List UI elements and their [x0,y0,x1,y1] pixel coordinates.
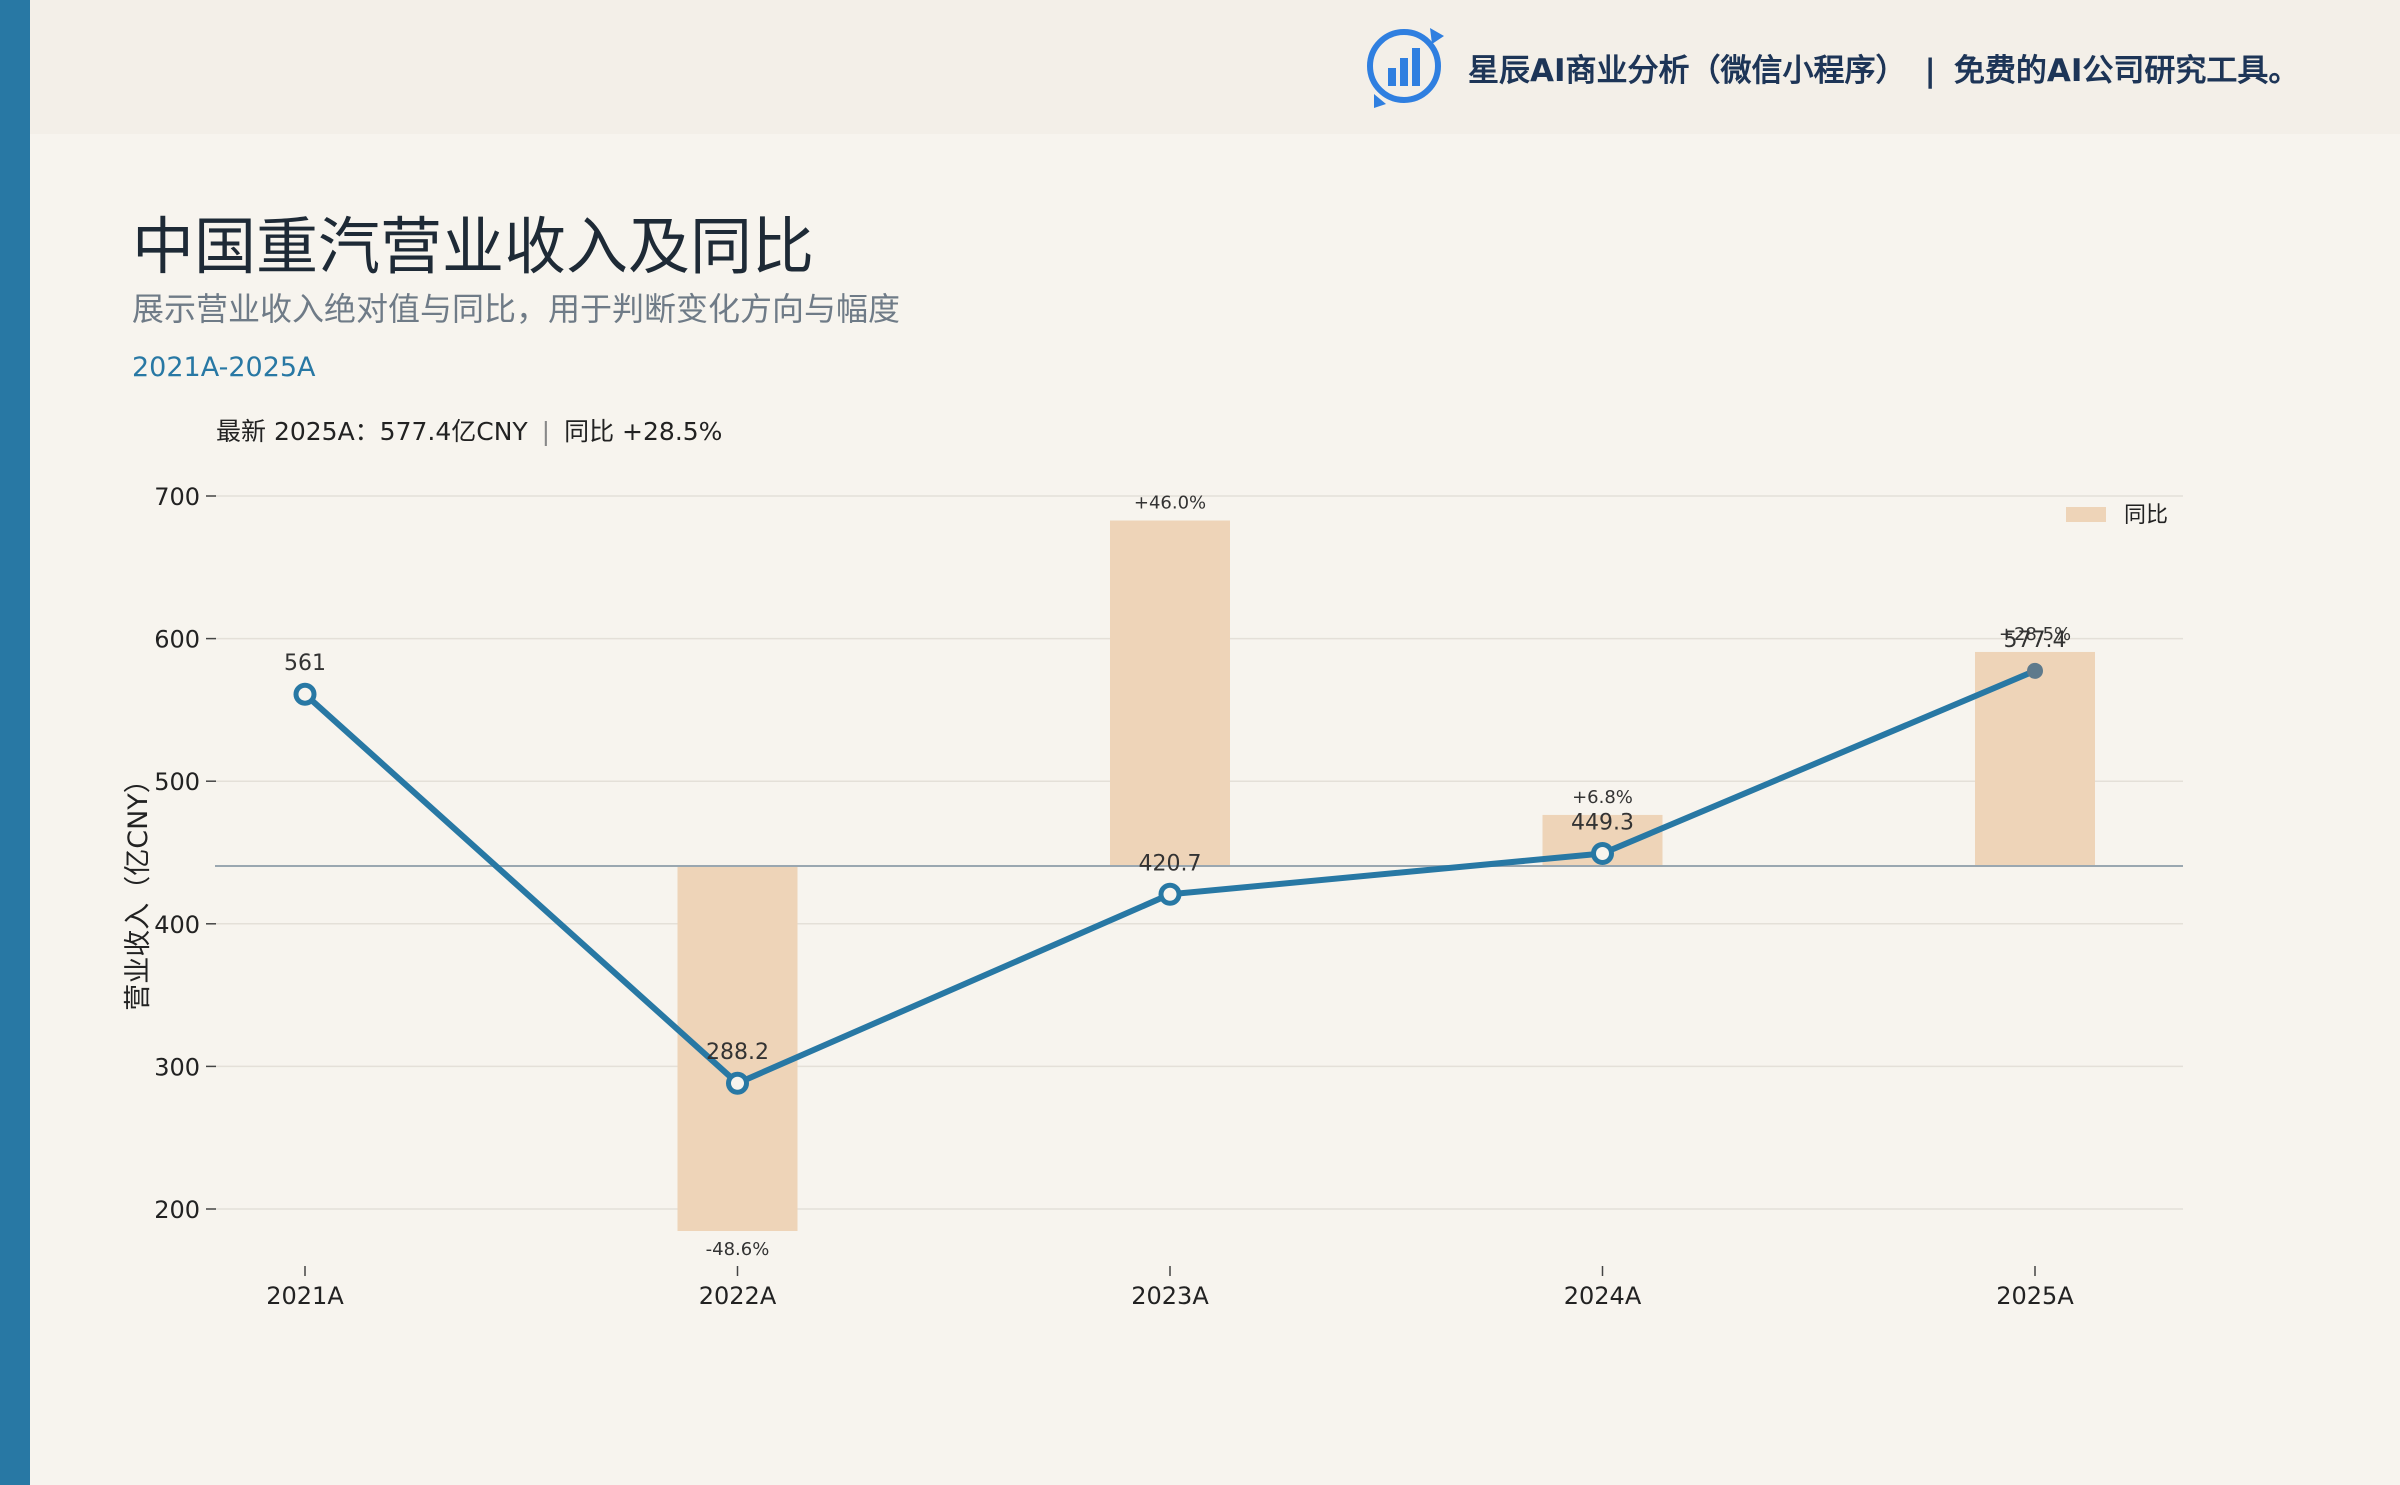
revenue-value-label: 420.7 [1139,851,1202,876]
revenue-point [726,1071,749,1095]
revenue-point [1158,882,1182,906]
legend-swatch [2066,507,2106,522]
x-tick-label: 2023A [1131,1282,1209,1310]
revenue-value-label: 561 [284,651,326,676]
revenue-point [293,682,317,706]
revenue-value-label: 288.2 [706,1040,769,1065]
x-tick-label: 2021A [266,1282,344,1310]
yoy-bar-label: +46.0% [1134,493,1206,514]
y-tick-label: 200 [154,1196,200,1224]
yoy-bar-label: -48.6% [706,1239,770,1260]
revenue-yoy-chart: 200 300 400 500 600 700 营业收入（亿CNY） -48.6% +46.0%… [123,483,2183,1310]
x-tick-label: 2025A [1996,1282,2074,1310]
y-tick-label: 300 [154,1053,200,1081]
yoy-bar [1975,651,2095,866]
revenue-value-label: 577.4 [2004,628,2067,653]
revenue-point [1591,841,1614,865]
legend-label: 同比 [2124,503,2168,528]
x-tick-label: 2024A [1564,1282,1642,1310]
revenue-value-label: 449.3 [1571,810,1634,835]
y-tick-label: 600 [154,626,200,654]
x-tick-label: 2022A [699,1282,777,1310]
yoy-bar [1110,520,1230,866]
y-tick-label: 700 [154,483,200,511]
yoy-bar-label: +6.8% [1572,787,1633,808]
revenue-point [2027,662,2043,679]
y-axis-label: 营业收入（亿CNY） [123,766,154,1011]
y-tick-label: 400 [154,911,200,939]
y-tick-label: 500 [154,768,200,796]
